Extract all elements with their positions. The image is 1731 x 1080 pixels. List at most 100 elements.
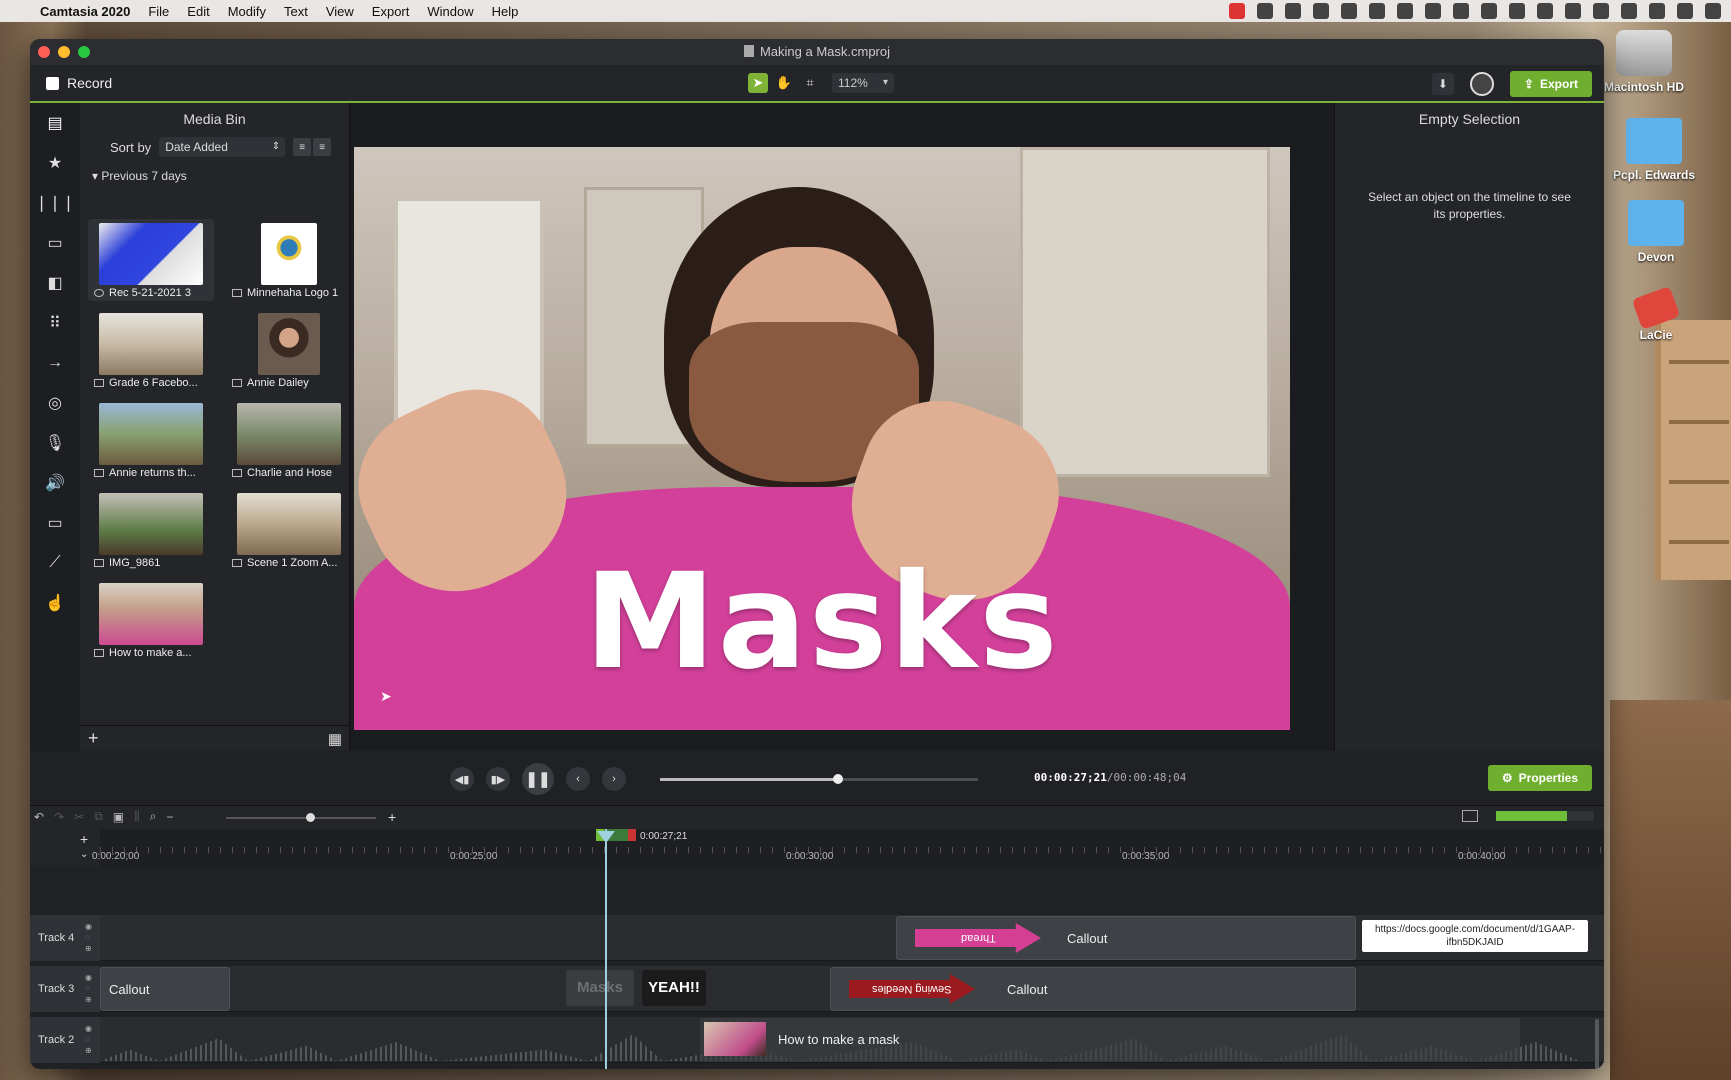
- media-clip[interactable]: Annie Dailey: [226, 309, 352, 391]
- menu-file[interactable]: File: [148, 4, 169, 19]
- collapse-tracks-icon[interactable]: ⌄: [80, 849, 88, 860]
- audio-effects-icon[interactable]: 🔊: [30, 463, 80, 503]
- menu-modify[interactable]: Modify: [228, 4, 266, 19]
- desktop-icon-devon[interactable]: Devon: [1616, 200, 1696, 264]
- callout-clip[interactable]: Sewing Needles Callout: [830, 967, 1356, 1011]
- sort-descending-icon[interactable]: ≡: [313, 138, 332, 156]
- app-status-icon[interactable]: [1313, 3, 1329, 19]
- menu-view[interactable]: View: [326, 4, 354, 19]
- magic-wand-icon[interactable]: ⟋: [30, 543, 80, 583]
- media-clip[interactable]: Grade 6 Facebo...: [88, 309, 214, 391]
- account-avatar[interactable]: [1469, 72, 1494, 96]
- battery-status-icon[interactable]: [1537, 3, 1553, 19]
- cursor-effects-icon[interactable]: ◎: [30, 383, 80, 423]
- siri-icon[interactable]: [1705, 3, 1721, 19]
- arrow-select-icon[interactable]: ➤: [748, 73, 768, 93]
- media-clip[interactable]: IMG_9861: [88, 489, 214, 571]
- undo-icon[interactable]: ↶: [34, 810, 44, 824]
- favorites-star-icon[interactable]: ★: [30, 143, 80, 183]
- zoom-search-icon[interactable]: ⌕: [150, 809, 157, 824]
- canvas-zoom-select[interactable]: 112%: [832, 73, 894, 93]
- control-center-icon[interactable]: [1677, 3, 1693, 19]
- detach-timeline-icon[interactable]: [1462, 810, 1478, 822]
- download-icon[interactable]: ⬇: [1431, 73, 1454, 95]
- scrubber-handle[interactable]: [833, 774, 844, 784]
- bluetooth-status-icon[interactable]: [1509, 3, 1525, 19]
- sort-ascending-icon[interactable]: ≡: [293, 138, 312, 156]
- cut-icon[interactable]: ✂: [74, 810, 84, 824]
- zoom-slider-handle[interactable]: [306, 813, 315, 822]
- minimize-window-button[interactable]: [58, 46, 70, 58]
- dropbox-status-icon[interactable]: [1341, 3, 1357, 19]
- wifi-icon[interactable]: [1649, 3, 1665, 19]
- copy-icon[interactable]: ⧉: [94, 809, 103, 824]
- time-ruler[interactable]: 0:00:27;21 0:00:20;00 0:00:25;00 0:00:30…: [92, 829, 1604, 867]
- masks-title-overlay[interactable]: Masks: [354, 545, 1290, 699]
- callout-clip[interactable]: Callout: [100, 967, 230, 1011]
- yeah-title-clip[interactable]: YEAH!!: [642, 970, 706, 1006]
- desktop-icon-lacie[interactable]: LaCie: [1616, 282, 1696, 342]
- animations-icon[interactable]: →: [30, 343, 80, 383]
- track-header[interactable]: Track 2 ◉ ◌ ⊕: [30, 1017, 100, 1063]
- add-media-icon[interactable]: +: [88, 728, 99, 749]
- moon-status-icon[interactable]: [1481, 3, 1497, 19]
- url-callout-clip[interactable]: https://docs.google.com/document/d/1GAAP…: [1362, 920, 1588, 952]
- annotations-icon[interactable]: ▭: [30, 223, 80, 263]
- menu-text[interactable]: Text: [284, 4, 308, 19]
- play-status-icon[interactable]: [1453, 3, 1469, 19]
- search-icon[interactable]: [1621, 3, 1637, 19]
- group-header[interactable]: ▾ Previous 7 days: [80, 161, 349, 187]
- track-visibility-icon[interactable]: ◉ ◌ ⊕: [85, 1023, 92, 1056]
- video-clip[interactable]: How to make a mask: [700, 1018, 1520, 1062]
- playhead-line[interactable]: [597, 829, 615, 1069]
- redo-icon[interactable]: ↷: [54, 810, 64, 824]
- library-icon[interactable]: ❘❘❘: [30, 183, 80, 223]
- media-clip[interactable]: Rec 5-21-2021 3: [88, 219, 214, 301]
- record-button[interactable]: Record: [46, 75, 112, 91]
- timeline-zoom-slider[interactable]: [226, 813, 376, 822]
- media-clip[interactable]: How to make a...: [88, 579, 214, 661]
- media-clip[interactable]: Scene 1 Zoom A...: [226, 489, 352, 571]
- media-clip[interactable]: Annie returns th...: [88, 399, 214, 481]
- track-header[interactable]: Track 3 ◉ ◌ ⊕: [30, 966, 100, 1012]
- media-clip[interactable]: Minnehaha Logo 1: [226, 219, 352, 301]
- menu-export[interactable]: Export: [372, 4, 410, 19]
- media-tab-icon[interactable]: ▤: [30, 103, 80, 143]
- hand-pan-icon[interactable]: ✋: [774, 73, 794, 93]
- camera-status-icon[interactable]: [1285, 3, 1301, 19]
- video-preview[interactable]: Masks: [354, 147, 1290, 730]
- maximize-window-button[interactable]: [78, 46, 90, 58]
- clock-status-icon[interactable]: [1593, 3, 1609, 19]
- track-visibility-icon[interactable]: ◉ ◌ ⊕: [85, 921, 92, 954]
- crop-icon[interactable]: ⌗: [800, 73, 820, 93]
- masks-title-clip[interactable]: Masks: [566, 970, 634, 1006]
- 1password-status-icon[interactable]: [1369, 3, 1385, 19]
- grid-view-icon[interactable]: ▦: [328, 730, 342, 748]
- timeline-vertical-scrollbar[interactable]: [1595, 1019, 1599, 1069]
- add-track-icon[interactable]: +: [80, 831, 88, 847]
- pause-icon[interactable]: ❚❚: [522, 763, 554, 795]
- zoom-in-icon[interactable]: +: [388, 809, 396, 825]
- step-forward-icon[interactable]: ▮▶: [486, 767, 510, 791]
- previous-icon[interactable]: ‹: [566, 767, 590, 791]
- sort-select[interactable]: Date Added: [159, 137, 286, 157]
- next-icon[interactable]: ›: [602, 767, 626, 791]
- window-status-icon[interactable]: [1257, 3, 1273, 19]
- menu-edit[interactable]: Edit: [187, 4, 209, 19]
- playback-scrubber[interactable]: [660, 774, 978, 784]
- menu-app-name[interactable]: Camtasia 2020: [40, 4, 130, 19]
- interactivity-icon[interactable]: ☝: [30, 583, 80, 623]
- menu-window[interactable]: Window: [427, 4, 473, 19]
- callout-clip[interactable]: Thread Callout: [896, 916, 1356, 960]
- zoom-out-icon[interactable]: −: [166, 810, 173, 824]
- media-clip[interactable]: Charlie and Hose: [226, 399, 352, 481]
- audio-status-icon[interactable]: [1425, 3, 1441, 19]
- transitions-icon[interactable]: ◧: [30, 263, 80, 303]
- close-window-button[interactable]: [38, 46, 50, 58]
- export-button[interactable]: ⇪ Export: [1509, 71, 1592, 97]
- properties-button[interactable]: ⚙ Properties: [1487, 765, 1592, 791]
- track-header[interactable]: Track 4 ◉ ◌ ⊕: [30, 915, 100, 961]
- desktop-icon-pcpl-edwards[interactable]: Pcpl. Edwards: [1604, 118, 1704, 182]
- step-back-icon[interactable]: ◀▮: [450, 767, 474, 791]
- paste-icon[interactable]: ▣: [113, 810, 124, 824]
